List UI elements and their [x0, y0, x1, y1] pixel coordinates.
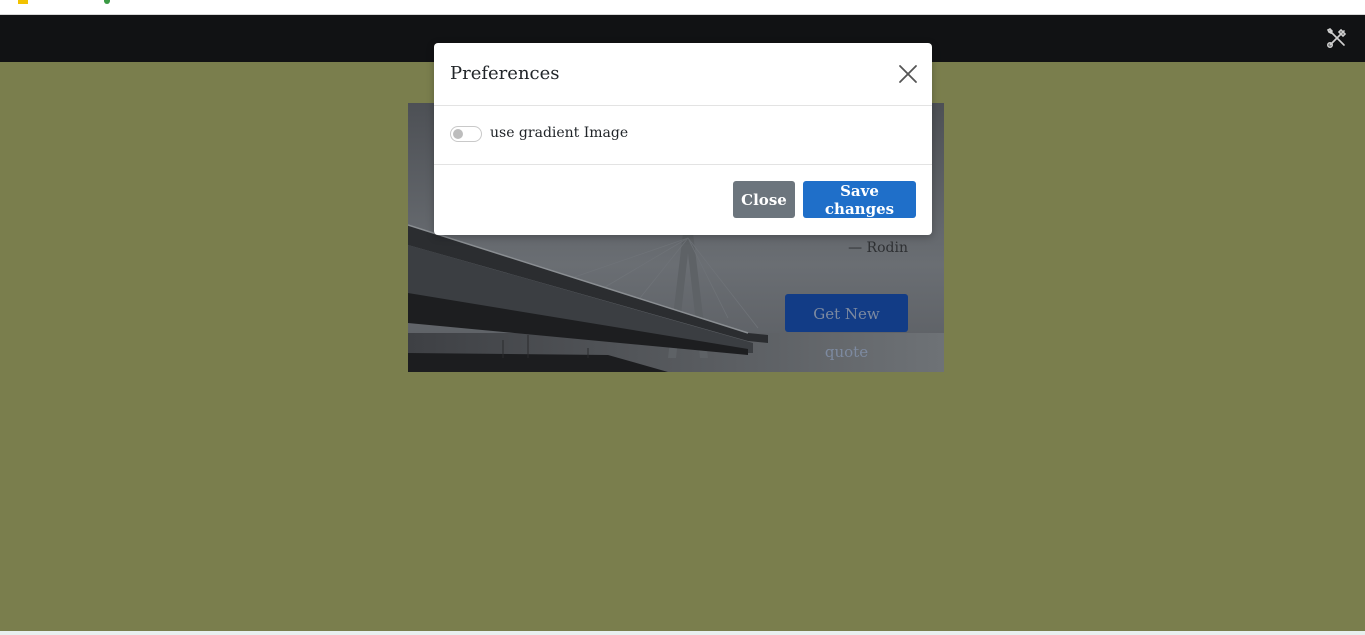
modal-body: use gradient Image	[434, 106, 932, 165]
get-new-quote-button[interactable]: Get New quote	[785, 294, 908, 361]
modal-title: Preferences	[450, 63, 560, 84]
site-favicon-icon	[104, 0, 110, 4]
modal-header: Preferences	[434, 43, 932, 106]
toggle-label: use gradient Image	[490, 125, 629, 141]
gradient-image-toggle[interactable]	[450, 126, 482, 142]
save-changes-button[interactable]: Save changes	[803, 181, 916, 218]
tools-icon[interactable]	[1325, 26, 1349, 50]
close-icon[interactable]	[898, 64, 918, 84]
toggle-knob	[453, 129, 463, 139]
preferences-modal: Preferences use gradient Image Close Sav…	[434, 43, 932, 235]
modal-footer: Close Save changes	[434, 165, 932, 235]
bookmark-icon	[18, 0, 28, 4]
quote-author: — Rodin	[848, 240, 908, 256]
browser-top-strip	[0, 0, 1365, 15]
bottom-strip	[0, 631, 1365, 635]
close-button[interactable]: Close	[733, 181, 795, 218]
